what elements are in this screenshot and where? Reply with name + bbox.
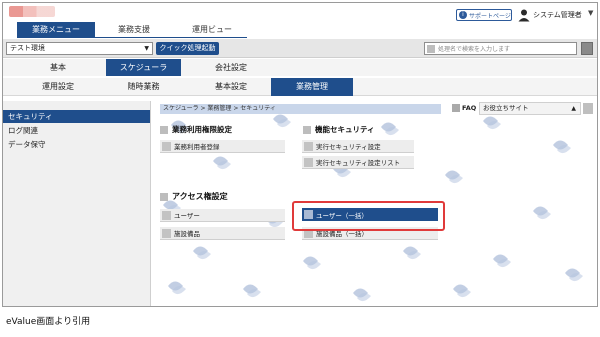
tab-scheduler[interactable]: スケジューラ — [106, 59, 181, 76]
environment-value: テスト環境 — [10, 44, 45, 52]
nav-tab-business-menu[interactable]: 業務メニュー — [17, 22, 95, 37]
sidebar-item-data-maintenance[interactable]: データ保守 — [3, 138, 150, 151]
search-button[interactable] — [581, 42, 593, 55]
menu-square-icon — [162, 141, 171, 151]
environment-select[interactable]: テスト環境 ▼ — [6, 42, 153, 55]
section-access-rights: アクセス権設定 — [160, 191, 228, 202]
menu-item-usage-user-registration[interactable]: 業務利用者登録 — [160, 140, 285, 153]
tab-bar-secondary: 運用設定 随時業務 基本設定 業務管理 — [3, 78, 597, 96]
search-field-icon — [427, 44, 435, 53]
tab-basic[interactable]: 基本 — [23, 59, 93, 76]
search-placeholder: 処理名で検索を入力します — [438, 46, 511, 53]
menu-square-icon — [304, 157, 313, 167]
section-square-icon — [160, 192, 168, 201]
section-access-rights-title: アクセス権設定 — [172, 192, 228, 201]
menu-item-exec-security-list[interactable]: 実行セキュリティ設定リスト — [302, 156, 414, 169]
quick-launch-button[interactable]: クイック処理起動 — [156, 42, 219, 55]
section-function-security-title: 機能セキュリティ — [315, 125, 375, 134]
info-circle-icon: i — [459, 11, 467, 19]
menu-item-label: 施設備品 — [174, 230, 200, 238]
image-caption: eValue画面より引用 — [6, 317, 91, 327]
chevron-down-icon: ▼ — [144, 45, 149, 52]
useful-sites-panel[interactable]: お役立ちサイト ▲ — [479, 102, 581, 115]
menu-item-label: 実行セキュリティ設定 — [316, 143, 381, 151]
nav-tab-business-support[interactable]: 業務支援 — [95, 22, 173, 37]
user-name[interactable]: システム管理者 — [533, 10, 582, 20]
breadcrumb: スケジューラ > 業務管理 > セキュリティ — [160, 104, 441, 114]
section-square-icon — [303, 125, 311, 134]
menu-item-access-user[interactable]: ユーザー — [160, 209, 285, 222]
tab-operation-settings[interactable]: 運用設定 — [23, 78, 93, 96]
sidebar-item-logs[interactable]: ログ関連 — [3, 124, 150, 137]
user-icon — [518, 9, 530, 22]
tab-company-settings[interactable]: 会社設定 — [191, 59, 271, 76]
menu-item-label: ユーザー — [174, 212, 200, 220]
search-input[interactable]: 処理名で検索を入力します — [424, 42, 577, 55]
highlight-box — [292, 201, 445, 231]
section-usage-rights-title: 業務利用権限設定 — [172, 125, 232, 134]
useful-sites-scroll-icon[interactable] — [583, 103, 593, 114]
faq-link[interactable]: FAQ — [462, 104, 476, 112]
nav-underline — [17, 37, 247, 38]
support-page-label: サポートページ — [469, 12, 511, 20]
user-menu-caret-icon[interactable]: ▼ — [588, 9, 593, 17]
useful-sites-label: お役立ちサイト — [483, 104, 529, 112]
top-nav: 業務メニュー 業務支援 運用ビュー — [17, 22, 251, 37]
menu-item-label: 業務利用者登録 — [174, 143, 220, 151]
tab-adhoc-tasks[interactable]: 随時業務 — [106, 78, 181, 96]
menu-item-label: 実行セキュリティ設定リスト — [316, 159, 401, 167]
menu-item-access-facility[interactable]: 施設備品 — [160, 227, 285, 240]
app-window: 業務メニュー 業務支援 運用ビュー i サポートページ システム管理者 ▼ テス… — [2, 2, 598, 307]
chevron-up-icon[interactable]: ▲ — [571, 103, 576, 114]
menu-item-exec-security-settings[interactable]: 実行セキュリティ設定 — [302, 140, 414, 153]
tab-basic-settings[interactable]: 基本設定 — [191, 78, 271, 96]
tab-bar-primary: 基本 スケジューラ 会社設定 — [3, 59, 597, 76]
support-page-button[interactable]: i サポートページ — [456, 9, 512, 21]
section-square-icon — [160, 125, 168, 134]
menu-square-icon — [162, 210, 171, 220]
tab-business-management[interactable]: 業務管理 — [271, 78, 353, 96]
section-usage-rights: 業務利用権限設定 — [160, 124, 232, 135]
brand-logo — [9, 6, 55, 17]
sidebar: セキュリティ ログ関連 データ保守 — [3, 101, 151, 306]
faq-icon — [452, 104, 460, 112]
section-function-security: 機能セキュリティ — [303, 124, 375, 135]
menu-square-icon — [162, 228, 171, 238]
menu-square-icon — [304, 141, 313, 151]
sidebar-item-security[interactable]: セキュリティ — [3, 110, 150, 123]
nav-tab-operation-view[interactable]: 運用ビュー — [173, 22, 251, 37]
